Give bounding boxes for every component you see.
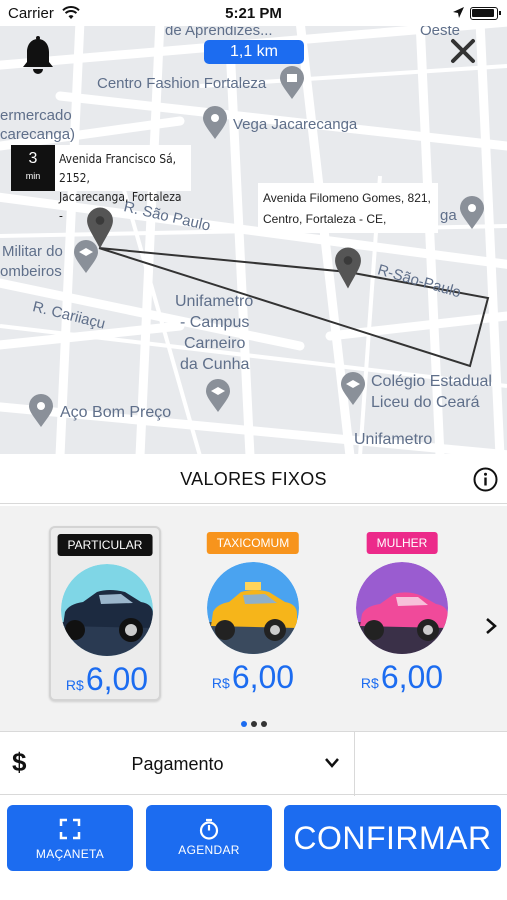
- ride-category-carousel[interactable]: PARTICULAR R$6,00 TAXICOMUM R$6,00 MULHE…: [0, 506, 507, 731]
- eta-unit: min: [25, 171, 41, 181]
- route-map[interactable]: de Aprendizes... Oeste Centro Fashion Fo…: [0, 26, 507, 454]
- map-label: Militar do: [2, 243, 63, 260]
- map-label: Centro Fashion Fortaleza: [97, 75, 267, 92]
- price-value: 6,00: [231, 659, 295, 695]
- map-label: Colégio Estadual: [371, 373, 492, 390]
- ride-price: R$6,00: [197, 659, 309, 696]
- map-label: de Aprendizes...: [165, 26, 273, 39]
- ride-card-particular[interactable]: PARTICULAR R$6,00: [49, 526, 161, 701]
- status-bar: Carrier 5:21 PM: [0, 0, 507, 26]
- ride-card-taxicomum[interactable]: TAXICOMUM R$6,00: [197, 526, 309, 701]
- schedule-button[interactable]: AGENDAR: [146, 805, 272, 871]
- destination-pin-icon: [335, 247, 361, 289]
- stopwatch-icon: [199, 818, 219, 840]
- shopping-pin-icon: [280, 66, 304, 99]
- payment-label: Pagamento: [131, 754, 224, 774]
- ride-tag: TAXICOMUM: [206, 532, 300, 554]
- ride-card-mulher[interactable]: MULHER R$6,00: [346, 526, 458, 701]
- map-label: carecanga): [0, 126, 76, 143]
- handle-button-label: MAÇANETA: [35, 847, 105, 861]
- place-pin-icon: [29, 394, 53, 427]
- place-pin-icon: [460, 196, 484, 229]
- divider: [354, 732, 355, 796]
- chevron-down-icon[interactable]: [323, 756, 341, 770]
- sheet-title: VALORES FIXOS: [0, 454, 507, 504]
- destination-address-line: Avenida Filomeno Gomes, 821,: [263, 191, 431, 205]
- origin-address-line: Avenida Francisco Sá, 2152,: [59, 152, 177, 185]
- ride-tag: MULHER: [366, 532, 438, 554]
- expand-icon: [59, 818, 81, 840]
- price-currency: R$: [360, 675, 379, 691]
- payment-selector[interactable]: $ Pagamento: [0, 731, 507, 796]
- map-label: ga: [440, 207, 457, 224]
- price-currency: R$: [211, 675, 230, 691]
- page-dot: [260, 721, 267, 727]
- distance-badge: 1,1 km: [204, 40, 304, 64]
- map-label: da Cunha: [180, 356, 250, 373]
- close-icon[interactable]: [450, 38, 476, 64]
- price-currency: R$: [65, 677, 84, 693]
- map-label: Vega Jacarecanga: [233, 116, 358, 133]
- destination-address: Avenida Filomeno Gomes, 821, Centro, For…: [258, 183, 438, 233]
- page-dot: [250, 721, 257, 727]
- school-pin-icon: [341, 372, 365, 405]
- origin-address-line: Jacarecanga, Fortaleza -: [59, 190, 182, 223]
- handle-button[interactable]: MAÇANETA: [7, 805, 133, 871]
- eta-badge: 3 min: [11, 145, 55, 191]
- ride-price: R$6,00: [51, 661, 163, 698]
- ride-tag: PARTICULAR: [57, 534, 153, 556]
- battery-icon: [470, 7, 501, 20]
- clock: 5:21 PM: [225, 5, 282, 22]
- map-label: Unifametro: [354, 431, 433, 448]
- map-label: ermercado: [0, 107, 72, 124]
- origin-address: Avenida Francisco Sá, 2152, Jacarecanga,…: [55, 145, 191, 223]
- price-value: 6,00: [85, 661, 149, 697]
- carousel-pagination: [0, 714, 507, 732]
- map-label: Aço Bom Preço: [60, 404, 172, 421]
- info-icon[interactable]: [473, 467, 498, 492]
- map-label: Liceu do Ceará: [371, 394, 480, 411]
- map-label: ombeiros: [0, 263, 62, 280]
- pink-car-icon: [356, 562, 448, 654]
- taxi-car-icon: [207, 562, 299, 654]
- map-label: Unifametro: [175, 293, 254, 310]
- confirm-button[interactable]: CONFIRMAR: [284, 805, 501, 871]
- chevron-right-icon[interactable]: [484, 616, 498, 636]
- map-label: Carneiro: [184, 335, 246, 352]
- ride-price: R$6,00: [346, 659, 458, 696]
- location-arrow-icon: [453, 7, 464, 18]
- sedan-car-icon: [61, 564, 153, 656]
- notifications-bell-icon[interactable]: [20, 36, 56, 76]
- place-pin-icon: [203, 106, 227, 139]
- eta-value: 3: [28, 150, 38, 167]
- schedule-button-label: AGENDAR: [178, 843, 240, 857]
- map-label: - Campus: [180, 314, 250, 331]
- ride-options-sheet: VALORES FIXOS PARTICULAR R$6,00 TAXICOMU…: [0, 454, 507, 900]
- school-pin-icon: [206, 379, 230, 412]
- price-value: 6,00: [380, 659, 444, 695]
- destination-address-line: Centro, Fortaleza - CE,: [263, 212, 387, 226]
- page-dot: [240, 721, 247, 727]
